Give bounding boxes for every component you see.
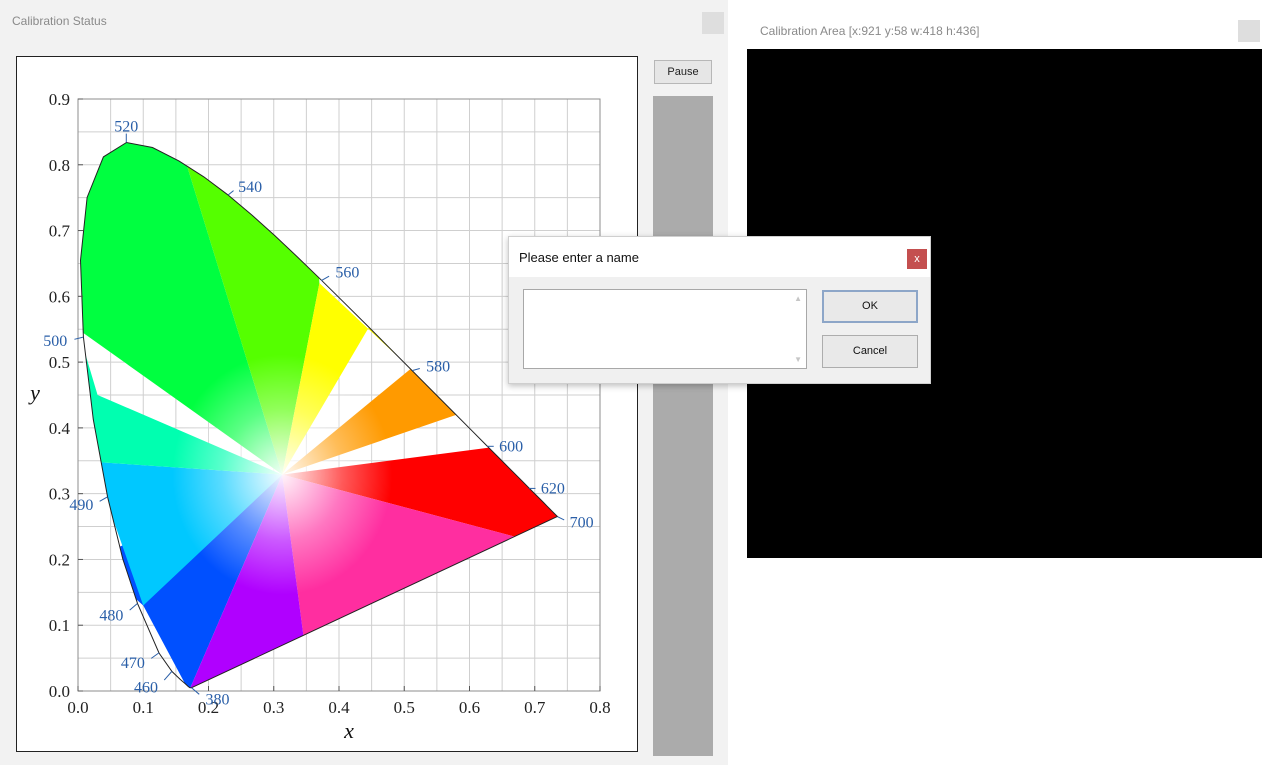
- x-axis-label: x: [343, 718, 354, 743]
- dialog-title: Please enter a name: [519, 250, 639, 265]
- y-tick-label: 0.2: [49, 550, 70, 569]
- x-tick-label: 0.5: [394, 698, 415, 717]
- white-point-glow: [172, 354, 393, 595]
- area-panel-window-button[interactable]: [1238, 20, 1260, 42]
- y-tick-label: 0.5: [49, 353, 70, 372]
- y-tick-label: 0.8: [49, 156, 70, 175]
- wavelength-tick: [557, 516, 565, 521]
- x-tick-label: 0.3: [263, 698, 284, 717]
- x-tick-label: 0.8: [589, 698, 610, 717]
- y-axis-label: y: [28, 380, 40, 405]
- ok-button[interactable]: OK: [822, 290, 918, 323]
- cancel-button[interactable]: Cancel: [822, 335, 918, 368]
- wavelength-label-620: 620: [541, 480, 565, 497]
- wavelength-label-540: 540: [238, 179, 262, 196]
- x-tick-label: 0.7: [524, 698, 546, 717]
- y-tick-label: 0.1: [49, 616, 70, 635]
- name-dialog: Please enter a name x ▲ ▼ OK Cancel: [508, 236, 931, 384]
- wavelength-label-560: 560: [335, 265, 359, 282]
- wavelength-label-490: 490: [69, 497, 93, 514]
- wavelength-label-580: 580: [426, 359, 450, 376]
- wavelength-label-470: 470: [121, 655, 145, 672]
- chromaticity-plot-frame: 0.0 0.1 0.2 0.3 0.4 0.5 0.6 0.7 0.8 0.0 0.1 0.2 0.3 0…: [16, 56, 638, 752]
- scroll-down-icon[interactable]: ▼: [794, 355, 802, 364]
- wavelength-label-600: 600: [499, 438, 523, 455]
- calibration-area-title: Calibration Area [x:921 y:58 w:418 h:436…: [760, 24, 980, 38]
- x-tick-label: 0.1: [133, 698, 154, 717]
- dialog-titlebar: Please enter a name x: [509, 237, 930, 277]
- y-tick-label: 0.9: [49, 90, 70, 109]
- wavelength-tick: [411, 367, 420, 372]
- wavelength-tick: [163, 670, 173, 681]
- wavelength-tick: [321, 275, 330, 281]
- cie-chromaticity-chart: 0.0 0.1 0.2 0.3 0.4 0.5 0.6 0.7 0.8 0.0 0.1 0.2 0.3 0…: [17, 57, 637, 756]
- status-panel-title: Calibration Status: [12, 14, 107, 28]
- wavelength-tick: [99, 496, 108, 502]
- y-tick-label: 0.3: [49, 485, 70, 504]
- wavelength-label-380: 380: [206, 692, 230, 709]
- name-input[interactable]: ▲ ▼: [523, 289, 807, 369]
- chart-svg: 0.0 0.1 0.2 0.3 0.4 0.5 0.6 0.7 0.80.00.10.20.30…: [28, 90, 611, 743]
- x-tick-label: 0.4: [328, 698, 350, 717]
- y-tick-label: 0.6: [49, 287, 70, 306]
- x-tick-label: 0.6: [459, 698, 480, 717]
- wavelength-label-520: 520: [114, 118, 138, 135]
- progress-bar-track: [653, 96, 713, 756]
- wavelength-tick: [150, 652, 160, 659]
- wavelength-label-480: 480: [99, 608, 123, 625]
- close-icon[interactable]: x: [907, 249, 927, 269]
- y-tick-label: 0.0: [49, 682, 70, 701]
- wavelength-tick: [129, 603, 138, 611]
- wavelength-label-700: 700: [570, 515, 594, 532]
- pause-button[interactable]: Pause: [654, 60, 712, 84]
- y-tick-label: 0.4: [49, 419, 71, 438]
- y-tick-label: 0.7: [49, 222, 71, 241]
- x-tick-label: 0.0: [67, 698, 88, 717]
- scroll-up-icon[interactable]: ▲: [794, 294, 802, 303]
- wavelength-tick: [74, 336, 84, 340]
- status-panel-window-button[interactable]: [702, 12, 724, 34]
- wavelength-tick: [227, 190, 234, 196]
- wavelength-label-460: 460: [134, 679, 158, 696]
- wavelength-label-500: 500: [43, 333, 67, 350]
